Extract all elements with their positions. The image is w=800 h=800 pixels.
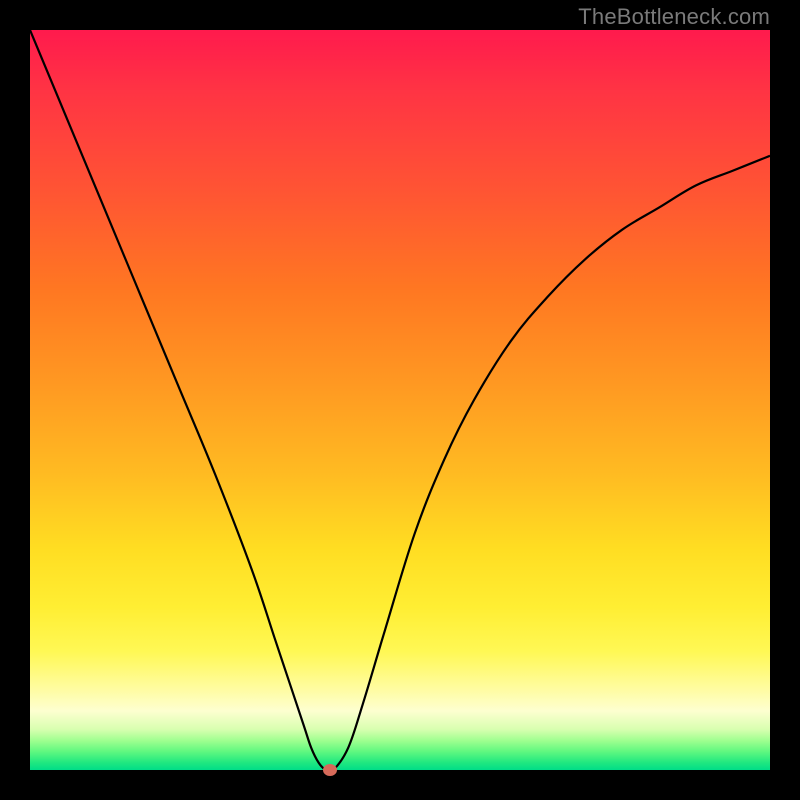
plot-area (30, 30, 770, 770)
watermark-text: TheBottleneck.com (578, 4, 770, 30)
curve-path (30, 30, 770, 770)
curve-svg (30, 30, 770, 770)
min-marker (323, 764, 337, 776)
chart-frame: TheBottleneck.com (0, 0, 800, 800)
